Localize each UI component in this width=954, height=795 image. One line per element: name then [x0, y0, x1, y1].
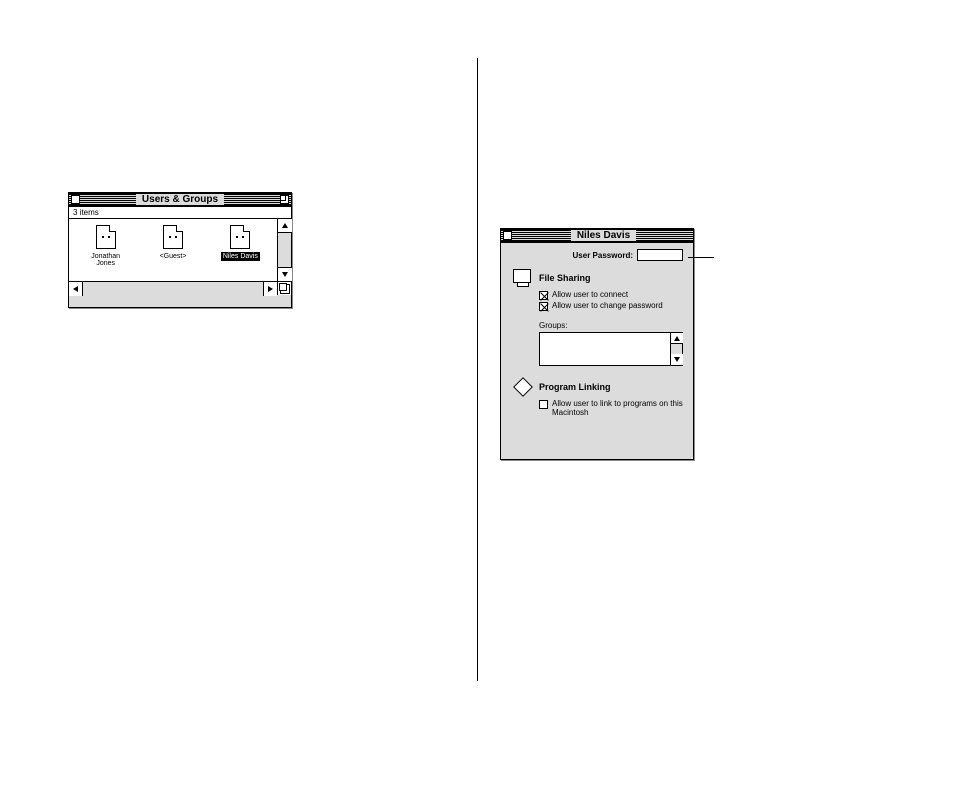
user-icon — [230, 225, 250, 249]
vertical-scrollbar[interactable] — [277, 219, 291, 281]
users-groups-titlebar[interactable]: Users & Groups — [69, 193, 291, 207]
scroll-down-icon[interactable] — [278, 267, 292, 281]
allow-program-link-label: Allow user to link to programs on this M… — [552, 400, 683, 418]
item-label: Jonathan Jones — [79, 252, 132, 268]
scroll-up-icon[interactable] — [671, 333, 683, 344]
allow-connect-label: Allow user to connect — [552, 291, 628, 300]
users-groups-window: Users & Groups 3 items Jonathan Jones <G… — [68, 192, 292, 308]
file-sharing-heading: File Sharing — [539, 273, 591, 283]
scroll-right-icon[interactable] — [263, 282, 277, 296]
monitor-icon — [511, 269, 533, 287]
scroll-left-icon[interactable] — [69, 282, 83, 296]
user-icon — [163, 225, 183, 249]
password-label: User Password: — [573, 251, 633, 260]
link-icon — [511, 378, 533, 396]
item-count: 3 items — [69, 207, 291, 219]
scroll-track[interactable] — [671, 344, 682, 354]
callout-line — [688, 257, 714, 258]
zoom-icon[interactable] — [280, 195, 289, 204]
window-title: Users & Groups — [136, 194, 224, 205]
allow-change-password-checkbox[interactable] — [539, 302, 548, 311]
close-icon[interactable] — [71, 195, 80, 204]
list-item[interactable]: <Guest> — [146, 225, 199, 281]
user-icon — [96, 225, 116, 249]
groups-label: Groups: — [539, 321, 683, 330]
scroll-track[interactable] — [83, 282, 263, 295]
list-item[interactable]: Jonathan Jones — [79, 225, 132, 281]
resize-handle-icon[interactable] — [277, 281, 291, 295]
scroll-up-icon[interactable] — [278, 219, 292, 233]
item-label: <Guest> — [158, 252, 189, 261]
users-groups-body: Jonathan Jones <Guest> Niles Davis — [69, 219, 291, 295]
program-linking-heading: Program Linking — [539, 382, 611, 392]
list-item[interactable]: Niles Davis — [214, 225, 267, 281]
window-title: Niles Davis — [571, 230, 636, 241]
allow-program-link-checkbox[interactable] — [539, 400, 548, 409]
close-icon[interactable] — [503, 231, 512, 240]
page-divider — [477, 58, 478, 681]
user-settings-window: Niles Davis User Password: File Sharing … — [500, 228, 694, 460]
scroll-track[interactable] — [278, 233, 291, 267]
item-label: Niles Davis — [221, 252, 260, 261]
groups-listbox[interactable] — [539, 332, 671, 366]
horizontal-scrollbar[interactable] — [69, 281, 277, 295]
users-list: Jonathan Jones <Guest> Niles Davis — [69, 219, 277, 281]
groups-scrollbar[interactable] — [671, 332, 683, 366]
allow-change-password-label: Allow user to change password — [552, 302, 663, 311]
scroll-down-icon[interactable] — [671, 354, 683, 365]
password-field[interactable] — [637, 249, 683, 261]
user-settings-titlebar[interactable]: Niles Davis — [501, 229, 693, 243]
allow-connect-checkbox[interactable] — [539, 291, 548, 300]
